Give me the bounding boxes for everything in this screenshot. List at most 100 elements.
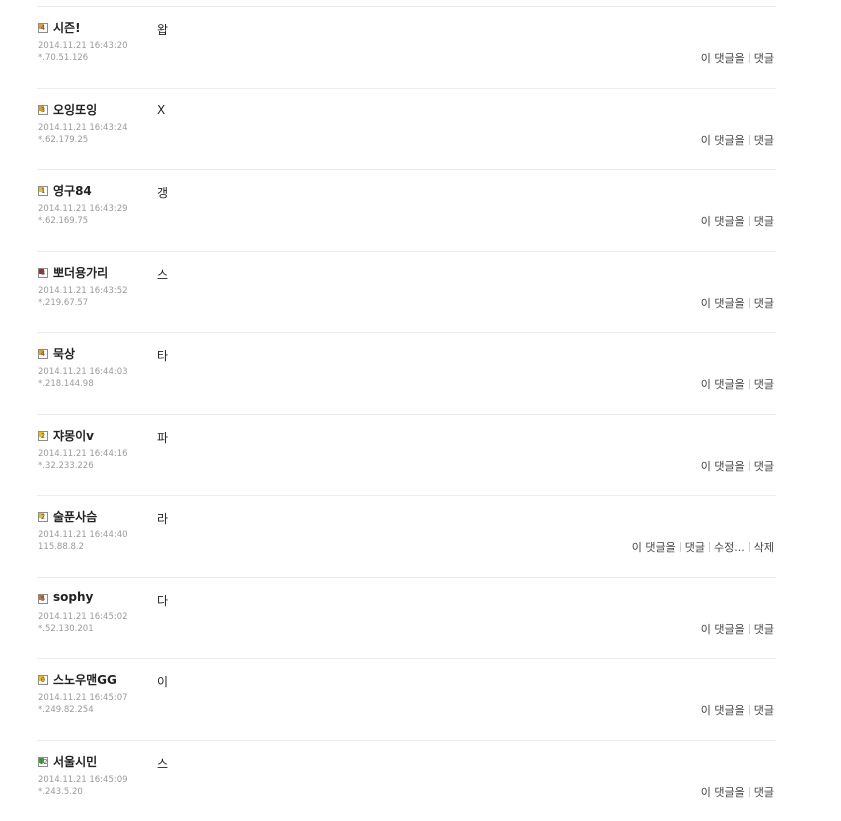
reply-link[interactable]: 댓글 [685,539,705,555]
comment-menu-link[interactable]: 이 댓글을 [701,458,745,474]
level-number: 4 [41,350,45,358]
level-badge-icon: 12 [38,757,48,767]
reply-link[interactable]: 댓글 [754,376,774,392]
level-number: 12 [39,758,47,766]
author-nickname[interactable]: 쟈몽이v [53,427,94,444]
comment-menu-link[interactable]: 이 댓글을 [701,213,745,229]
action-divider [749,53,750,63]
author-ip: *.249.82.254 [38,705,94,715]
level-number: 4 [41,24,45,32]
level-badge-icon: 4 [38,23,48,33]
author-ip: *.219.67.57 [38,298,88,308]
level-badge-icon: 3 [38,105,48,115]
comment-timestamp: 2014.11.21 16:45:02 [38,612,128,622]
comment-timestamp: 2014.11.21 16:44:03 [38,367,128,377]
author-nickname[interactable]: 시즌! [53,19,81,36]
comment-row: 8 뽀더용가리 2014.11.21 16:43:52 *.219.67.57 스이 댓… [37,252,776,334]
reply-link[interactable]: 댓글 [754,784,774,800]
level-number: 0 [41,676,45,684]
comment-menu-link[interactable]: 이 댓글을 [701,784,745,800]
comment-text: 이 [157,673,168,690]
comment-menu-link[interactable]: 이 댓글을 [701,50,745,66]
action-divider [749,787,750,797]
reply-link[interactable]: 댓글 [754,50,774,66]
reply-link[interactable]: 댓글 [754,213,774,229]
author-ip: *.243.5.20 [38,787,83,797]
level-number: 1 [41,187,45,195]
comment-menu-link[interactable]: 이 댓글을 [701,295,745,311]
comment-timestamp: 2014.11.21 16:43:29 [38,204,128,214]
comment-text: 타 [157,347,168,364]
author-nickname[interactable]: 영구84 [53,182,92,199]
delete-link[interactable]: 삭제 [754,539,774,555]
level-badge-icon: 0 [38,675,48,685]
comment-row: 2 쟈몽이v 2014.11.21 16:44:16 *.32.233.226 파이 댓… [37,415,776,497]
author-nickname[interactable]: 묵상 [53,345,75,362]
action-divider [749,542,750,552]
comment-actions: 이 댓글을 댓글 [701,702,774,718]
comment-menu-link[interactable]: 이 댓글을 [701,702,745,718]
comment-text: 스 [157,266,168,283]
comment-timestamp: 2014.11.21 16:44:16 [38,449,128,459]
comment-actions: 이 댓글을 댓글 [701,132,774,148]
level-number: 8 [41,269,45,277]
comment-timestamp: 2014.11.21 16:45:09 [38,775,128,785]
level-badge-icon: 2 [38,512,48,522]
author-ip: *.62.169.75 [38,216,88,226]
action-divider [749,298,750,308]
edit-link[interactable]: 수정... [714,539,745,555]
author-nickname[interactable]: 술푼사슴 [53,508,97,525]
reply-link[interactable]: 댓글 [754,295,774,311]
comment-row: 2술푼사슴2014.11.21 16:44:40115.88.8.2라이 댓글을… [37,496,776,578]
level-number: 5 [41,595,45,603]
author-ip: *.62.179.25 [38,135,88,145]
comment-row: 4 묵상 2014.11.21 16:44:03 *.218.144.98 타이 댓글을… [37,333,776,415]
level-number: 2 [41,513,45,521]
author-nickname[interactable]: 오잉또잉 [53,101,97,118]
comment-menu-link[interactable]: 이 댓글을 [701,376,745,392]
author-ip: *.70.51.126 [38,53,88,63]
action-divider [749,216,750,226]
comment-row: 12서울시민2014.11.21 16:45:09*.243.5.20스이 댓글… [37,741,776,821]
reply-link[interactable]: 댓글 [754,132,774,148]
level-number: 3 [41,106,45,114]
action-divider [749,624,750,634]
comment-menu-link[interactable]: 이 댓글을 [701,132,745,148]
comment-row: 4시즌!2014.11.21 16:43:20*.70.51.126왑이 댓글을… [37,7,776,89]
reply-link[interactable]: 댓글 [754,458,774,474]
author-nickname[interactable]: sophy [53,590,93,604]
action-divider [749,461,750,471]
comment-text: 파 [157,429,168,446]
reply-link[interactable]: 댓글 [754,702,774,718]
comment-menu-link[interactable]: 이 댓글을 [632,539,676,555]
action-divider [749,135,750,145]
comment-actions: 이 댓글을 댓글 [701,213,774,229]
comment-menu-link[interactable]: 이 댓글을 [701,621,745,637]
author-ip: 115.88.8.2 [38,542,84,552]
comment-text: X [157,103,165,117]
level-badge-icon: 2 [38,431,48,441]
comment-timestamp: 2014.11.21 16:43:24 [38,123,128,133]
comment-text: 다 [157,592,168,609]
comment-actions: 이 댓글을 댓글 [701,458,774,474]
comment-timestamp: 2014.11.21 16:43:52 [38,286,128,296]
level-badge-icon: 5 [38,594,48,604]
author-nickname[interactable]: 뽀더용가리 [53,264,108,281]
action-divider [709,542,710,552]
author-ip: *.218.144.98 [38,379,94,389]
comment-actions: 이 댓글을 댓글 수정... 삭제 [632,539,774,555]
level-badge-icon: 8 [38,268,48,278]
comment-row: 3 오잉또잉 2014.11.21 16:43:24 *.62.179.25 X 이 댓글… [37,89,776,171]
level-badge-icon: 1 [38,186,48,196]
author-ip: *.32.233.226 [38,461,94,471]
comment-timestamp: 2014.11.21 16:44:40 [38,530,128,540]
comment-row: 5 sophy 2014.11.21 16:45:02 *.52.130.201 다이 … [37,578,776,660]
level-badge-icon: 4 [38,349,48,359]
reply-link[interactable]: 댓글 [754,621,774,637]
comment-list: 4시즌!2014.11.21 16:43:20*.70.51.126왑이 댓글을… [37,6,776,821]
author-ip: *.52.130.201 [38,624,94,634]
comment-timestamp: 2014.11.21 16:43:20 [38,41,128,51]
author-nickname[interactable]: 서울시민 [53,753,97,770]
comment-actions: 이 댓글을 댓글 [701,295,774,311]
author-nickname[interactable]: 스노우맨GG [53,671,117,688]
